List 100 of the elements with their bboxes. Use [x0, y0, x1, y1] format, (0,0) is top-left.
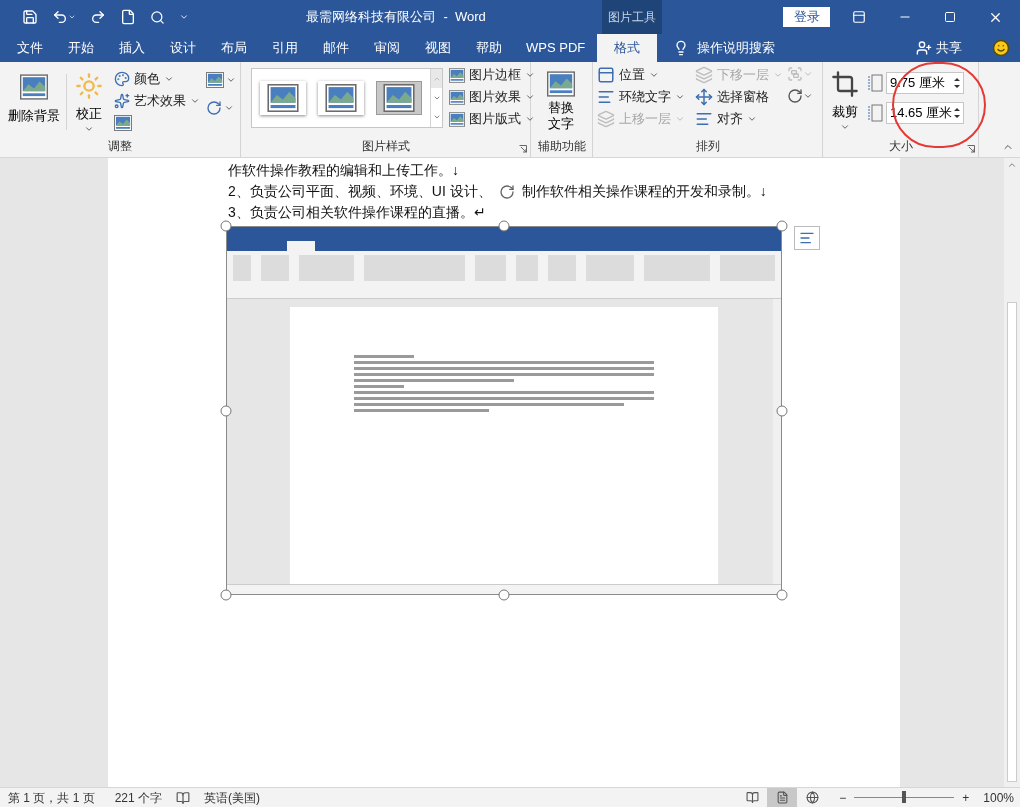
customize-toolbar-icon[interactable] [179, 12, 189, 22]
word-count[interactable]: 221 个字 [114, 788, 163, 807]
resize-handle[interactable] [776, 220, 788, 232]
zoom-slider-thumb[interactable] [902, 791, 907, 803]
layout-options-button[interactable] [794, 226, 820, 250]
new-document-icon[interactable] [120, 9, 136, 25]
share-person-icon [916, 40, 932, 56]
dropdown-caret-icon [226, 75, 236, 85]
dropdown-caret-icon [675, 92, 685, 102]
read-mode-icon [745, 791, 759, 804]
redo-icon[interactable] [90, 9, 106, 25]
ribbon-command[interactable]: 位置 [597, 64, 685, 86]
zoom-in-button[interactable]: + [962, 788, 970, 807]
layers-icon [695, 66, 713, 84]
resize-handle[interactable] [220, 220, 232, 232]
text-wrap-icon [799, 230, 815, 246]
ribbon-command[interactable]: 颜色 [114, 68, 200, 90]
sign-in-button[interactable]: 登录 [783, 7, 830, 27]
dropdown-caret-icon[interactable] [68, 13, 76, 21]
page-count[interactable]: 第 1 页，共 1 页 [8, 788, 95, 807]
ribbon-tab[interactable]: 文件 [4, 34, 55, 62]
ribbon-tab[interactable]: 插入 [106, 34, 157, 62]
group-objects-icon [787, 66, 803, 82]
group-label: 辅助功能 [537, 138, 586, 155]
resize-handle[interactable] [776, 405, 788, 416]
dropdown-caret-icon [747, 114, 757, 124]
ribbon-command[interactable]: 图片版式 [449, 108, 535, 130]
rotate-handle-icon[interactable] [498, 183, 515, 200]
smiley-icon[interactable] [992, 39, 1010, 57]
spin-arrows-icon[interactable] [954, 77, 960, 89]
picture-command-icon [449, 89, 465, 105]
artistic-effects-icon [114, 93, 130, 109]
remove-background-button[interactable]: 删除背景 [4, 68, 64, 134]
crop-icon [831, 70, 859, 98]
print-layout-icon [775, 791, 789, 804]
search-icon[interactable] [150, 9, 165, 25]
group-label: 图片样式 [361, 138, 410, 155]
ribbon-command[interactable]: 选择窗格 [695, 86, 783, 108]
dialog-launcher-icon[interactable] [967, 145, 975, 153]
alt-text-button[interactable]: 替换文字 [535, 68, 587, 132]
ribbon-tab[interactable]: 开始 [55, 34, 106, 62]
corrections-button[interactable]: 校正 [68, 68, 110, 134]
sun-icon [75, 72, 104, 100]
ribbon-tab[interactable]: 邮件 [310, 34, 361, 62]
layers-icon [597, 110, 615, 128]
resize-handle[interactable] [776, 589, 788, 601]
ribbon-tab[interactable]: 布局 [208, 34, 259, 62]
web-layout-icon [805, 791, 819, 804]
group-label: 大小 [888, 138, 913, 155]
picture-style-thumbnail[interactable] [318, 81, 364, 115]
dropdown-caret-icon [773, 70, 783, 80]
tell-me-search[interactable]: 操作说明搜索 [697, 38, 776, 58]
ribbon-tab[interactable]: 审阅 [361, 34, 412, 62]
language-status[interactable]: 英语(美国) [204, 788, 261, 807]
ribbon-tab[interactable]: 格式 [597, 34, 658, 62]
ribbon-tab[interactable]: 帮助 [463, 34, 514, 62]
ribbon-command[interactable]: 对齐 [695, 108, 783, 130]
dropdown-caret-icon [525, 114, 535, 124]
picture-icon [19, 72, 48, 102]
picture-command-icon [449, 111, 465, 127]
picture-style-thumbnail[interactable] [376, 81, 422, 115]
dropdown-caret-icon [675, 114, 685, 124]
ribbon-tab[interactable]: 设计 [157, 34, 208, 62]
vertical-scrollbar[interactable] [1004, 158, 1020, 787]
color-icon [114, 71, 130, 87]
ribbon-command[interactable]: 艺术效果 [114, 90, 200, 112]
width-icon [867, 104, 883, 122]
dropdown-caret-icon [164, 74, 174, 84]
crop-button[interactable]: 裁剪 [827, 68, 863, 132]
dropdown-caret-icon [803, 69, 813, 79]
share-button[interactable]: 共享 [936, 38, 962, 58]
ribbon-command[interactable]: 图片效果 [449, 86, 535, 108]
dropdown-caret-icon [190, 96, 200, 106]
zoom-out-button[interactable]: − [839, 788, 847, 807]
spin-arrows-icon[interactable] [954, 107, 960, 119]
resize-handle[interactable] [498, 589, 510, 601]
save-icon[interactable] [22, 9, 38, 25]
ribbon-command[interactable]: 图片边框 [449, 64, 535, 86]
resize-handle[interactable] [220, 589, 232, 601]
ribbon-tab[interactable]: 引用 [259, 34, 310, 62]
resize-handle[interactable] [498, 220, 510, 232]
picture-icon [206, 72, 224, 88]
maximize-icon[interactable] [944, 11, 956, 23]
dropdown-caret-icon [525, 70, 535, 80]
ribbon-command[interactable]: 环绕文字 [597, 86, 685, 108]
ribbon-tab[interactable]: 视图 [412, 34, 463, 62]
change-picture-button[interactable] [206, 72, 236, 88]
rotate-button[interactable] [787, 88, 813, 104]
view-button[interactable] [767, 788, 798, 807]
down-icon [432, 94, 441, 102]
picture-command-icon [449, 67, 465, 83]
resize-handle[interactable] [220, 405, 232, 416]
proofing-icon[interactable] [176, 790, 191, 805]
dialog-launcher-icon[interactable] [519, 145, 527, 153]
ribbon-tab[interactable]: WPS PDF [514, 34, 598, 62]
rotate-icon [787, 88, 803, 104]
undo-icon[interactable] [52, 9, 68, 25]
zoom-level[interactable]: 100% [983, 788, 1014, 807]
ribbon-display-options-icon[interactable] [852, 10, 866, 24]
picture-style-thumbnail[interactable] [260, 81, 306, 115]
